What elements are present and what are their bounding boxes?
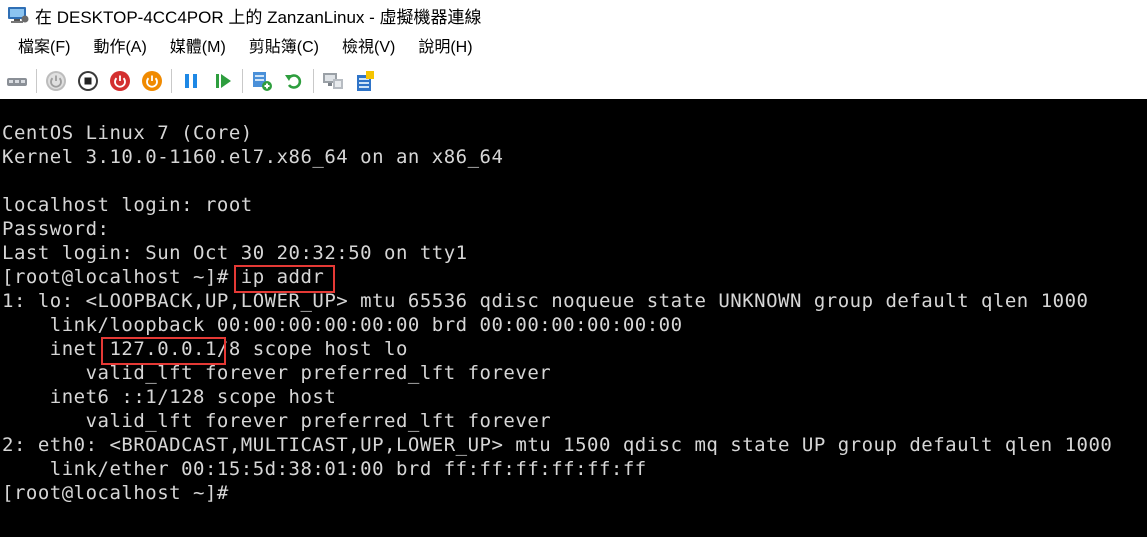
menu-action[interactable]: 動作(A) (82, 34, 158, 62)
resume-icon (216, 74, 231, 88)
enhanced-session-button[interactable] (320, 68, 346, 94)
console-line: Last login: Sun Oct 30 20:32:50 on tty1 (2, 242, 468, 264)
menu-clipboard[interactable]: 剪貼簿(C) (238, 34, 331, 62)
start-button[interactable] (43, 68, 69, 94)
toolbar-separator (242, 69, 243, 93)
save-icon (142, 71, 162, 91)
console-line: Password: (2, 218, 110, 240)
start-icon (46, 71, 66, 91)
revert-button[interactable] (281, 68, 307, 94)
console-output: CentOS Linux 7 (Core) Kernel 3.10.0-1160.… (2, 121, 1112, 505)
share-icon (357, 71, 374, 91)
toolbar-separator (36, 69, 37, 93)
turn-off-icon (78, 71, 98, 91)
pause-button[interactable] (178, 68, 204, 94)
turn-off-button[interactable] (75, 68, 101, 94)
toolbar-separator (313, 69, 314, 93)
window-title: 在 DESKTOP-4CC4POR 上的 ZanzanLinux - 虛擬機器連… (35, 7, 482, 27)
vm-connection-window: 在 DESKTOP-4CC4POR 上的 ZanzanLinux - 虛擬機器連… (0, 0, 1147, 537)
enhanced-session-icon (323, 73, 343, 89)
highlight-box-ip-addr-command (234, 265, 335, 293)
console-line: 1: lo: <LOOPBACK,UP,LOWER_UP> mtu 65536 … (2, 290, 1089, 312)
resume-button[interactable] (210, 68, 236, 94)
checkpoint-button[interactable] (249, 68, 275, 94)
console-line: CentOS Linux 7 (Core) (2, 122, 253, 144)
menu-bar: 檔案(F) 動作(A) 媒體(M) 剪貼簿(C) 檢視(V) 說明(H) (0, 34, 1147, 62)
vm-console-screen[interactable]: CentOS Linux 7 (Core) Kernel 3.10.0-1160.… (0, 99, 1147, 537)
console-line: link/ether 00:15:5d:38:01:00 brd ff:ff:f… (2, 458, 647, 480)
console-line: [root@localhost ~]# ip addr (2, 266, 325, 288)
console-line: [root@localhost ~]# (2, 482, 229, 504)
ctrl-alt-del-button[interactable] (4, 68, 30, 94)
menu-media[interactable]: 媒體(M) (159, 34, 238, 62)
highlight-box-loopback-ip (101, 337, 226, 365)
shutdown-icon (110, 71, 130, 91)
console-line: valid_lft forever preferred_lft forever (2, 410, 552, 432)
share-button[interactable] (352, 68, 378, 94)
console-line: inet6 ::1/128 scope host (2, 386, 337, 408)
vm-connection-app-icon (8, 7, 29, 23)
ctrl-alt-del-icon (7, 78, 27, 86)
toolbar (0, 64, 1147, 98)
title-bar: 在 DESKTOP-4CC4POR 上的 ZanzanLinux - 虛擬機器連… (0, 0, 1147, 30)
pause-icon (185, 74, 197, 88)
shutdown-button[interactable] (107, 68, 133, 94)
checkpoint-icon (253, 72, 272, 91)
console-line: Kernel 3.10.0-1160.el7.x86_64 on an x86_… (2, 146, 504, 168)
console-line: link/loopback 00:00:00:00:00:00 brd 00:0… (2, 314, 683, 336)
console-line: localhost login: root (2, 194, 253, 216)
menu-help[interactable]: 說明(H) (407, 34, 484, 62)
console-line: 2: eth0: <BROADCAST,MULTICAST,UP,LOWER_U… (2, 434, 1113, 456)
menu-view[interactable]: 檢視(V) (331, 34, 407, 62)
toolbar-separator (171, 69, 172, 93)
save-state-button[interactable] (139, 68, 165, 94)
menu-file[interactable]: 檔案(F) (0, 34, 82, 62)
revert-icon (285, 74, 302, 89)
